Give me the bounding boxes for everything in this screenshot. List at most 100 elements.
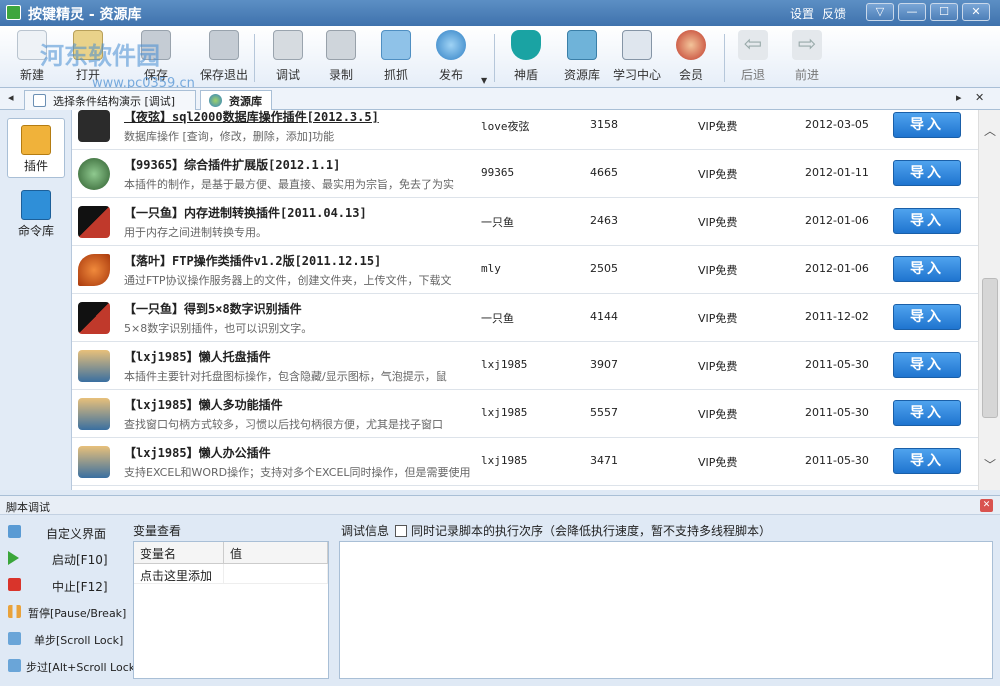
start-label: 启动[F10] [52,553,108,567]
plugin-author: 一只鱼 [481,216,514,229]
list-item: 【99365】综合插件扩展版[2012.1.1] 本插件的制作，是基于最方便、最… [72,150,978,198]
pause-button[interactable]: 暂停[Pause/Break] [6,602,130,624]
plugin-title[interactable]: 【一只鱼】内存进制转换插件[2011.04.13] [124,204,367,221]
tab-resource-library[interactable]: 资源库 [200,90,272,110]
add-variable-cell[interactable]: 点击这里添加 [134,564,224,584]
step-button[interactable]: 单步[Scroll Lock] [6,629,130,651]
import-button[interactable]: 导入 [893,352,961,378]
record-order-label: 同时记录脚本的执行次序（会降低执行速度，暂不支持多线程脚本） [411,524,772,538]
tab-close-icon[interactable]: ✕ [975,91,984,104]
plugin-date: 2011-05-30 [805,454,869,467]
debug-close-icon[interactable]: ✕ [980,499,993,512]
custom-ui-label: 自定义界面 [46,527,107,541]
tab-scroll-right-icon[interactable]: ▸ [956,91,962,104]
grab-button[interactable]: 抓抓 [370,30,422,86]
debug-button[interactable]: 调试 [262,30,314,86]
plugin-date: 2012-03-05 [805,118,869,131]
tab-debug-demo-label: 选择条件结构演示 [调试] [53,95,176,108]
download-count: 3471 [590,454,618,467]
forward-arrow-icon: ⇨ [792,30,822,60]
sidebar-item-command-library[interactable]: 命令库 [7,184,65,244]
pause-label: 暂停[Pause/Break] [28,607,127,620]
scroll-down-icon[interactable]: ﹀ [984,456,996,473]
list-item: 【落叶】FTP操作类插件v1.2版[2011.12.15] 通过FTP协议操作服… [72,246,978,294]
resource-library-button[interactable]: 资源库 [556,30,608,86]
feedback-link[interactable]: 反馈 [822,5,846,22]
plugin-price: VIP免费 [698,456,738,469]
shield-button[interactable]: 神盾 [500,30,552,86]
tab-debug-demo[interactable]: 选择条件结构演示 [调试] [24,90,196,110]
plugin-date: 2011-05-30 [805,406,869,419]
plugin-title[interactable]: 【lxj1985】懒人多功能插件 [124,396,283,413]
window-title: 按键精灵 - 资源库 [28,7,142,23]
plugin-author: love夜弦 [481,120,530,133]
import-button[interactable]: 导入 [893,160,961,186]
sidebar-item-label: 命令库 [17,224,54,238]
list-scrollbar[interactable]: ︿ ﹀ [978,110,1000,490]
sidebar-item-plugins[interactable]: 插件 [7,118,65,178]
import-button[interactable]: 导入 [893,208,961,234]
plugin-author: lxj1985 [481,406,528,419]
import-button[interactable]: 导入 [893,400,961,426]
member-button[interactable]: 会员 [665,30,717,86]
publish-button[interactable]: 发布 [425,30,477,86]
step-over-icon [8,659,21,672]
var-value-header: 值 [224,542,328,564]
plugin-title[interactable]: 【落叶】FTP操作类插件v1.2版[2011.12.15] [124,252,381,269]
pause-icon [8,605,21,618]
debug-panel-title: 脚本调试 [6,501,50,514]
debug-info-output[interactable] [339,541,993,679]
variable-table: 变量名 值 点击这里添加 [133,541,329,679]
settings-link[interactable]: 设置 [790,5,814,22]
download-count: 3158 [590,118,618,131]
import-button[interactable]: 导入 [893,304,961,330]
minimize-button[interactable]: — [898,3,926,21]
record-button[interactable]: 录制 [315,30,367,86]
plugin-title[interactable]: 【lxj1985】懒人办公插件 [124,444,271,461]
back-arrow-icon: ⇦ [738,30,768,60]
scroll-up-icon[interactable]: ︿ [984,122,996,139]
debug-info-label: 调试信息 [341,524,390,538]
plugin-title[interactable]: 【一只鱼】得到5×8数字识别插件 [124,300,302,317]
back-button[interactable]: ⇦ 后退 [727,30,779,86]
import-button[interactable]: 导入 [893,112,961,138]
learning-center-button[interactable]: 学习中心 [611,30,663,86]
tab-scroll-left-icon[interactable]: ◂ [8,91,14,104]
plugin-title[interactable]: 【lxj1985】懒人托盘插件 [124,348,271,365]
custom-ui-button[interactable]: 自定义界面 [6,522,130,544]
debug-info-header: 调试信息 同时记录脚本的执行次序（会降低执行速度，暂不支持多线程脚本） [341,522,771,539]
toolbar-separator [494,34,495,82]
start-button[interactable]: 启动[F10] [6,548,130,570]
plugin-price: VIP免费 [698,120,738,133]
step-over-button[interactable]: 步过[Alt+Scroll Lock] [6,656,139,678]
save-exit-button[interactable]: 保存退出 [198,30,250,86]
toolbar-separator [724,34,725,82]
list-item: 【一只鱼】得到5×8数字识别插件 5×8数字识别插件，也可以识别文字。 一只鱼 … [72,294,978,342]
custom-ui-icon [8,525,21,538]
close-window-button[interactable]: ✕ [962,3,990,21]
plugin-description: 本插件的制作，是基于最方便、最直接、最实用为宗旨，免去了为实 [124,178,454,191]
plugin-icon [21,125,51,155]
stop-button[interactable]: 中止[F12] [6,575,130,597]
record-order-checkbox[interactable] [395,525,408,537]
publish-dropdown-arrow-icon[interactable]: ▼ [481,76,487,85]
dropdown-menu-button[interactable]: ▽ [866,3,894,21]
import-button[interactable]: 导入 [893,256,961,282]
download-count: 4144 [590,310,618,323]
script-file-icon [33,94,46,107]
maximize-button[interactable]: ☐ [930,3,958,21]
shield-icon [511,30,541,60]
plugin-date: 2011-12-02 [805,310,869,323]
import-button[interactable]: 导入 [893,448,961,474]
scrollbar-thumb[interactable] [982,278,998,418]
variable-value-cell[interactable] [224,564,328,584]
record-camera-icon [326,30,356,60]
member-user-icon [676,30,706,60]
author-avatar [78,110,110,142]
learning-book-icon [622,30,652,60]
forward-button[interactable]: ⇨ 前进 [781,30,833,86]
plugin-price: VIP免费 [698,168,738,181]
plugin-title[interactable]: 【夜弦】sql2000数据库操作插件[2012.3.5] [124,110,379,125]
author-avatar [78,446,110,478]
plugin-title[interactable]: 【99365】综合插件扩展版[2012.1.1] [124,156,340,173]
